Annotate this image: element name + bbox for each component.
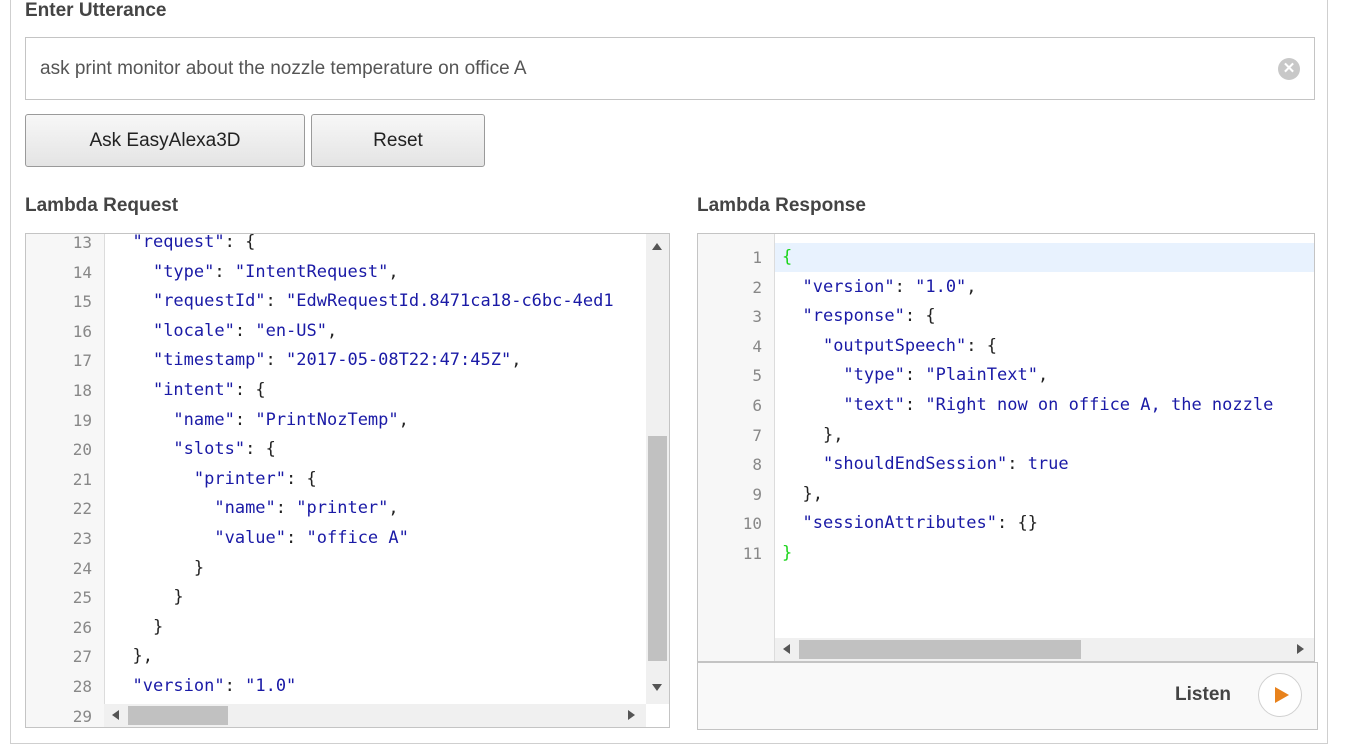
response-line-number: 10 — [742, 514, 762, 534]
response-line-number: 1 — [752, 248, 762, 267]
response-code-line: "outputSpeech": { — [822, 335, 997, 356]
request-line-number: 15 — [72, 292, 92, 312]
request-code-line: "slots": { — [173, 439, 276, 460]
response-heading: Lambda Response — [697, 195, 866, 216]
request-line-number: 28 — [72, 677, 92, 696]
response-line-number: 4 — [752, 336, 762, 356]
reset-button[interactable]: Reset — [311, 114, 485, 167]
response-line-number: 8 — [752, 455, 762, 475]
ask-button[interactable]: Ask EasyAlexa3D — [25, 114, 305, 167]
utterance-box: ✕ — [25, 37, 1315, 100]
request-line-number: 13 — [72, 233, 92, 252]
request-vertical-scrollbar[interactable] — [646, 234, 669, 704]
response-line-number: 3 — [752, 307, 762, 327]
response-code-line: "text": "Right now on office A, the nozz… — [843, 395, 1274, 415]
request-line-number: 17 — [72, 351, 92, 371]
request-line-number: 27 — [72, 647, 92, 667]
response-code-line: }, — [802, 483, 823, 504]
response-line-number: 6 — [752, 396, 762, 415]
request-line-number: 20 — [72, 440, 92, 460]
request-line-number: 18 — [72, 381, 92, 400]
request-code-line: } — [173, 587, 184, 608]
request-code-line: "name": "PrintNozTemp", — [173, 409, 409, 430]
request-line-number: 24 — [72, 558, 92, 578]
response-horizontal-thumb[interactable] — [799, 640, 1081, 659]
response-line-number: 2 — [752, 277, 762, 297]
utterance-input[interactable] — [40, 38, 1260, 99]
response-editor[interactable]: 1 {2 "version": "1.0", 3 "response": { 4 "o… — [697, 233, 1315, 662]
response-horizontal-scrollbar[interactable] — [775, 638, 1314, 661]
request-code-line: "request": { — [132, 233, 256, 252]
request-line-number: 29 — [72, 706, 92, 726]
request-code-line: "locale": "en-US", — [152, 320, 338, 341]
scroll-down-icon[interactable] — [652, 684, 662, 691]
clear-circle-icon[interactable]: ✕ — [1278, 58, 1300, 80]
request-line-number: 26 — [72, 617, 92, 637]
response-code-line: "type": "PlainText", — [843, 365, 1049, 386]
response-code-line: "response": { — [802, 306, 936, 327]
scroll-left-icon[interactable] — [783, 644, 790, 654]
scroll-right-icon[interactable] — [1297, 644, 1304, 654]
request-code-line: "printer": { — [193, 468, 317, 489]
response-code-line: "sessionAttributes": {} — [802, 513, 1038, 534]
request-line-number: 14 — [72, 262, 92, 282]
scroll-right-icon[interactable] — [628, 710, 635, 720]
request-editor[interactable]: 13 "request": { 14 "type": "IntentRequest… — [25, 233, 670, 728]
request-code-line: } — [193, 557, 205, 578]
response-line-number: 11 — [742, 544, 762, 563]
response-code-line: "version": "1.0", — [802, 276, 977, 297]
request-line-number: 22 — [72, 499, 92, 519]
listen-label: Listen — [1175, 684, 1231, 705]
response-line-number: 9 — [752, 484, 762, 504]
request-code-line: "name": "printer", — [214, 498, 399, 519]
play-button[interactable] — [1258, 673, 1302, 717]
request-code-line: "requestId": "EdwRequestId.8471ca18-c6bc… — [152, 291, 614, 312]
request-heading: Lambda Request — [25, 195, 179, 216]
response-code-line: } — [782, 543, 793, 563]
response-code-line: }, — [822, 424, 844, 445]
response-code-line: "shouldEndSession": true — [822, 454, 1069, 475]
request-line-number: 16 — [72, 321, 92, 341]
request-horizontal-scrollbar[interactable] — [104, 704, 646, 727]
request-line-number: 25 — [72, 588, 92, 608]
request-code-line: "intent": { — [152, 380, 266, 400]
request-line-number: 19 — [72, 410, 92, 430]
utterance-heading: Enter Utterance — [25, 0, 167, 21]
request-vertical-thumb[interactable] — [648, 436, 667, 661]
scroll-up-icon[interactable] — [652, 243, 662, 250]
request-code-line: "value": "office A" — [214, 528, 409, 548]
request-line-number: 23 — [72, 529, 92, 548]
active-line-highlight — [775, 243, 1314, 272]
request-code-line: }, — [132, 646, 153, 667]
request-code-line: "type": "IntentRequest", — [152, 261, 399, 282]
play-icon — [1275, 687, 1289, 703]
response-line-number: 7 — [752, 425, 762, 445]
request-code-line: } — [152, 616, 164, 637]
request-code-line: "version": "1.0" — [132, 676, 297, 696]
listen-bar: Listen — [697, 662, 1318, 730]
request-code-line: "timestamp": "2017-05-08T22:47:45Z", — [152, 350, 522, 371]
response-code-line: { — [782, 247, 793, 267]
request-line-number: 21 — [72, 469, 92, 489]
response-line-number: 5 — [752, 366, 762, 386]
request-horizontal-thumb[interactable] — [128, 706, 228, 725]
scroll-left-icon[interactable] — [112, 710, 119, 720]
